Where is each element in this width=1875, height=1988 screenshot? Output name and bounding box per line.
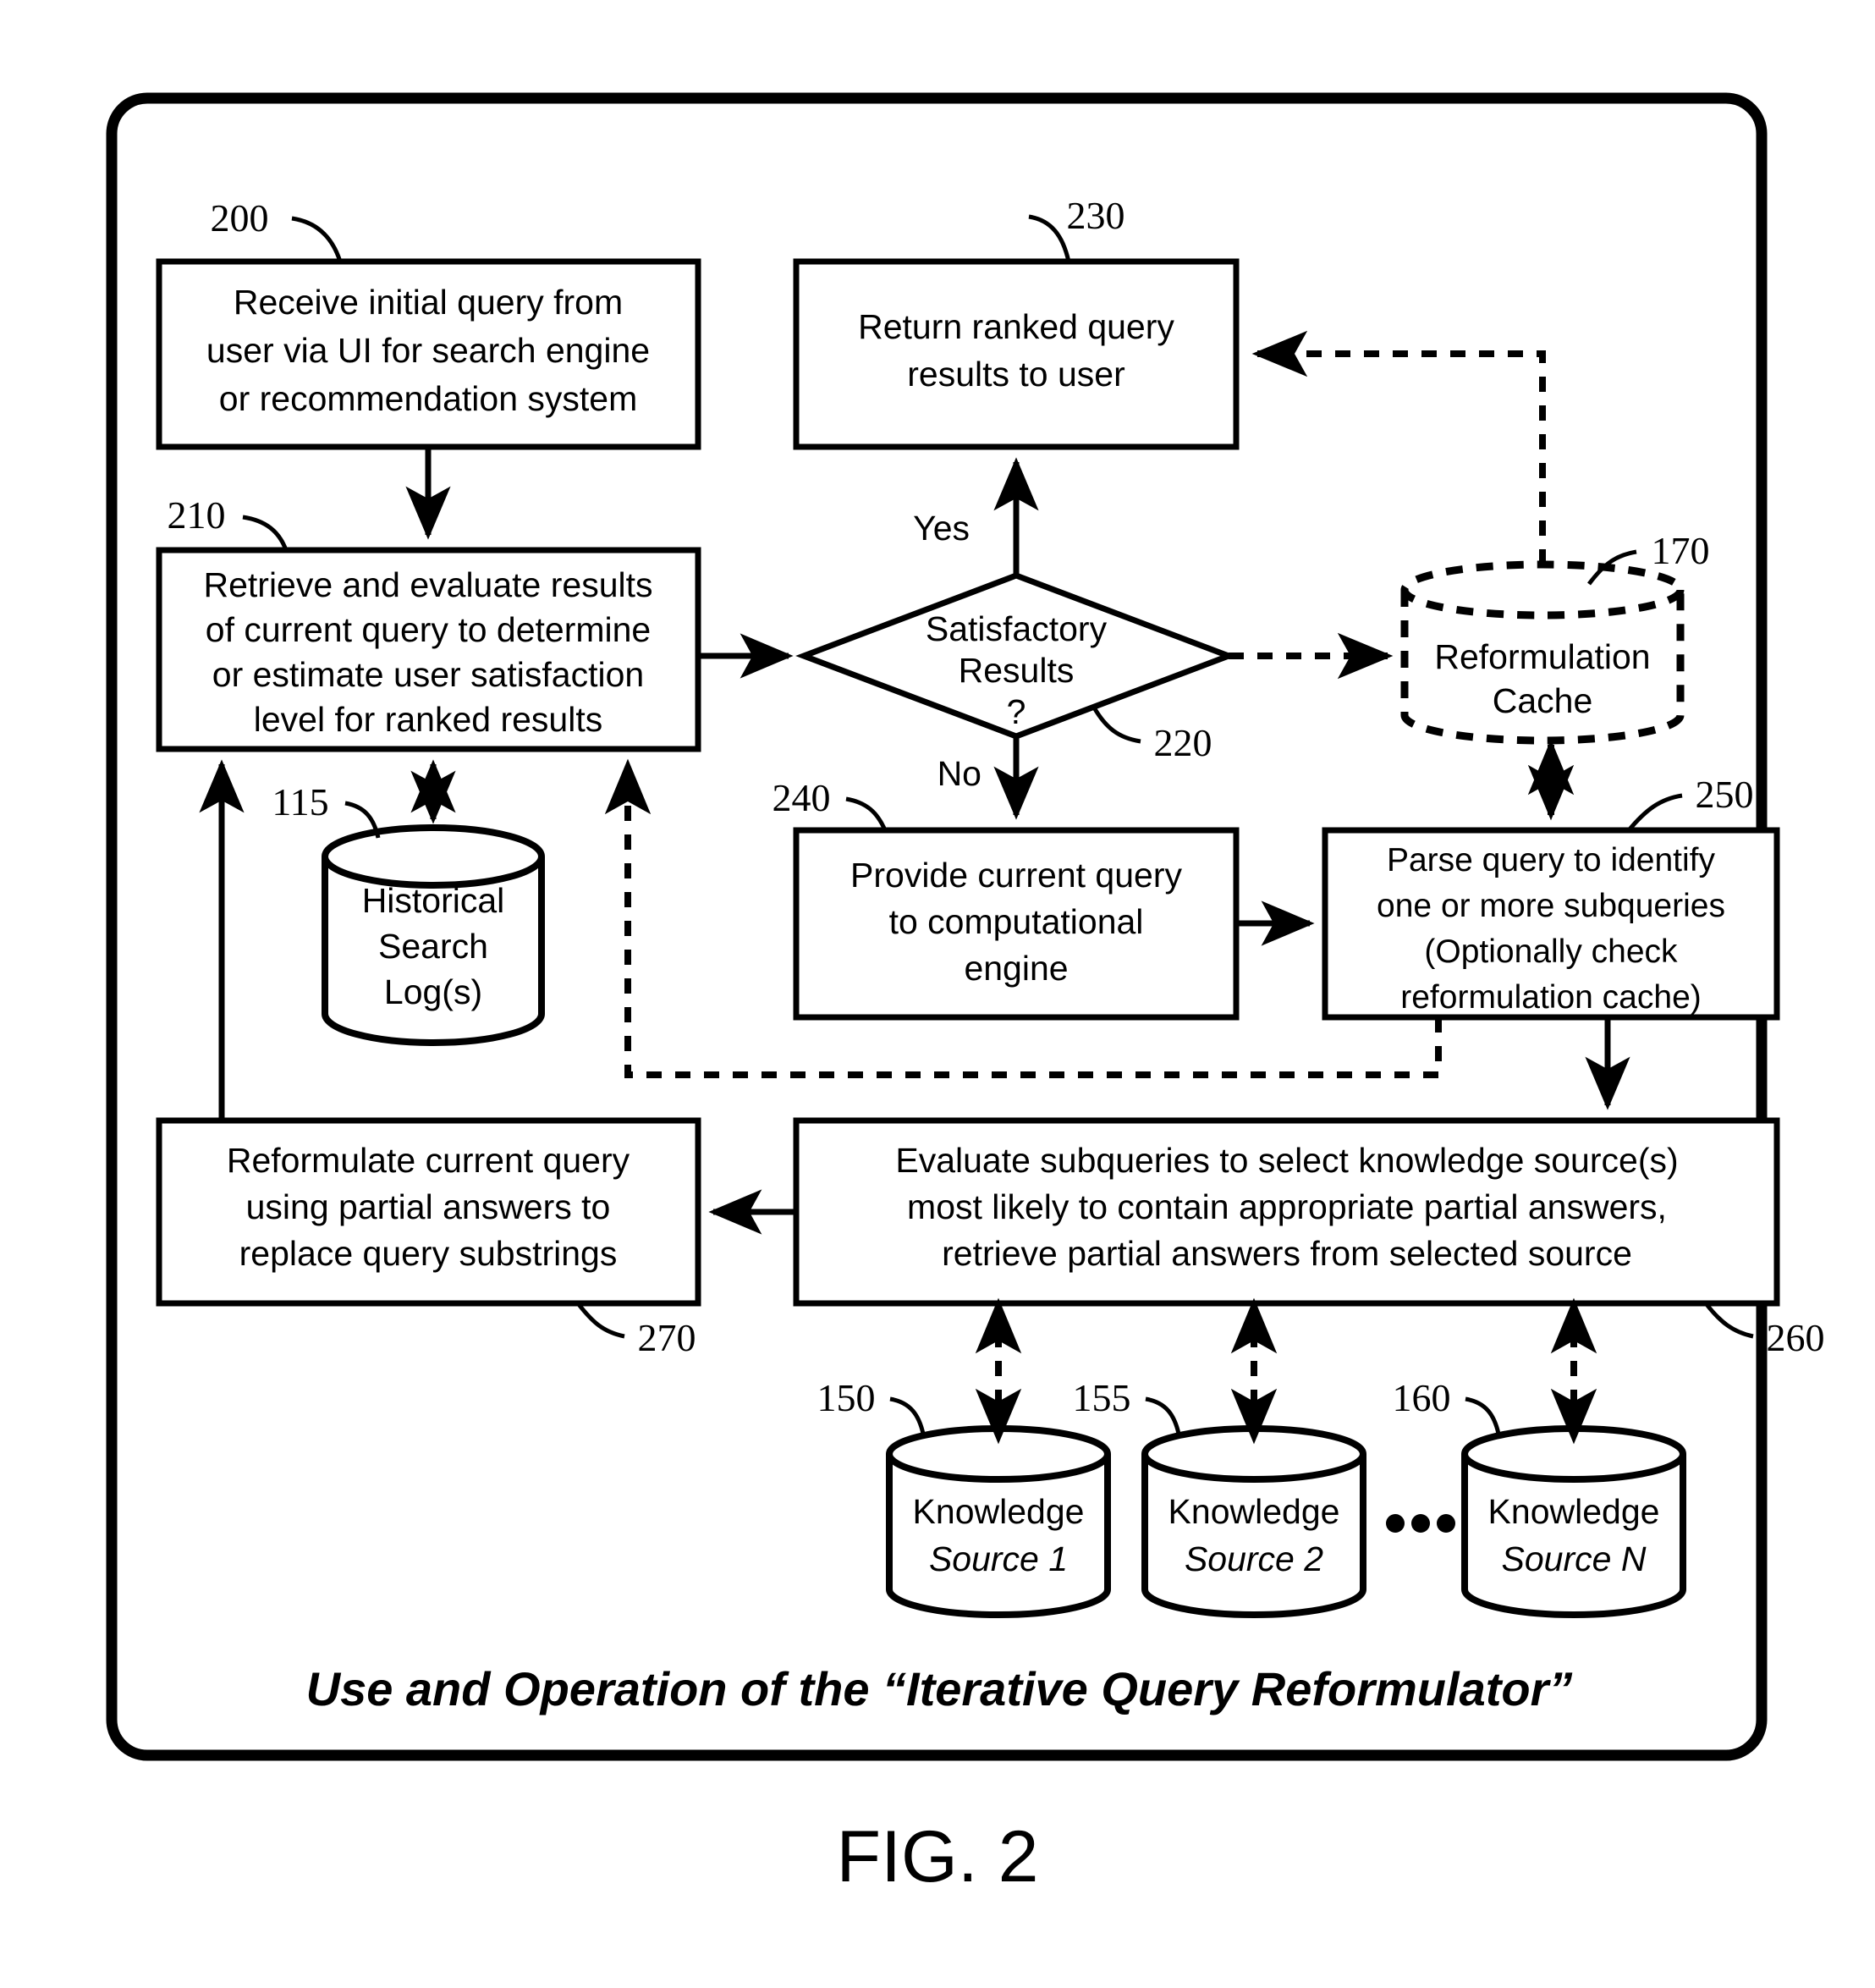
node-270-leader	[576, 1302, 625, 1339]
ellipsis-icon	[1386, 1514, 1455, 1533]
node-250-leader	[1627, 793, 1683, 832]
node-240: Provide current query to computational e…	[773, 776, 1240, 1021]
node-115-line-1: Search	[378, 927, 488, 966]
node-115-line-2: Log(s)	[384, 972, 482, 1011]
node-210-line-0: Retrieve and evaluate results	[203, 565, 652, 604]
node-230-line-0: Return ranked query	[858, 307, 1174, 346]
node-250-ref: 250	[1696, 773, 1754, 816]
node-150-line-0: Knowledge	[913, 1492, 1085, 1531]
patent-figure: Receive initial query from user via UI f…	[0, 0, 1875, 1988]
node-220-line-0: Satisfactory	[926, 609, 1108, 648]
node-230-line-1: results to user	[907, 355, 1125, 394]
node-260-leader	[1704, 1302, 1754, 1339]
node-200-line-0: Receive initial query from	[234, 283, 623, 322]
node-115: Historical Search Log(s) 115	[272, 780, 545, 1046]
node-160-ref: 160	[1393, 1376, 1451, 1419]
node-220-line-1: Results	[959, 651, 1075, 690]
node-230-leader	[1028, 214, 1071, 262]
node-200-leader	[291, 216, 343, 262]
node-200-line-2: or recommendation system	[219, 379, 637, 418]
node-160-line-0: Knowledge	[1488, 1492, 1660, 1531]
figure-label: FIG. 2	[837, 1816, 1039, 1897]
node-160-line-1: Source N	[1502, 1539, 1647, 1578]
node-210-line-1: of current query to determine	[206, 610, 651, 649]
node-155-line-1: Source 2	[1185, 1539, 1323, 1578]
node-210-line-2: or estimate user satisfaction	[212, 655, 644, 694]
node-150: Knowledge Source 1 150	[817, 1376, 1111, 1618]
node-155-ref: 155	[1073, 1376, 1131, 1419]
node-170-line-1: Cache	[1493, 681, 1593, 720]
node-270: Reformulate current query using partial …	[156, 1117, 701, 1359]
node-240-ref: 240	[773, 776, 831, 819]
node-250-line-1: one or more subqueries	[1377, 888, 1725, 924]
node-220: Satisfactory Results ? 220	[795, 572, 1237, 764]
node-230: Return ranked query results to user 230	[793, 194, 1240, 450]
node-250-line-0: Parse query to identify	[1387, 842, 1716, 878]
node-250-line-2: (Optionally check	[1424, 933, 1678, 970]
node-220-leader	[1091, 706, 1141, 744]
node-260: Evaluate subqueries to select knowledge …	[793, 1117, 1825, 1359]
node-210-leader	[242, 515, 289, 551]
node-150-leader	[889, 1396, 926, 1435]
node-260-line-1: most likely to contain appropriate parti…	[907, 1187, 1667, 1226]
node-220-line-2: ?	[1007, 692, 1026, 731]
node-200: Receive initial query from user via UI f…	[156, 196, 701, 450]
label-yes: Yes	[913, 509, 970, 548]
node-115-ref: 115	[272, 780, 328, 823]
node-115-line-0: Historical	[362, 881, 505, 920]
flowchart-canvas: Receive initial query from user via UI f…	[106, 92, 1825, 1897]
node-270-line-1: using partial answers to	[246, 1187, 611, 1226]
node-150-top	[886, 1425, 1111, 1483]
node-240-line-2: engine	[964, 949, 1068, 988]
node-220-ref: 220	[1154, 721, 1212, 764]
figure-caption: Use and Operation of the “Iterative Quer…	[306, 1662, 1573, 1715]
node-270-line-0: Reformulate current query	[227, 1141, 630, 1180]
node-150-ref: 150	[817, 1376, 876, 1419]
node-115-top	[322, 824, 545, 889]
node-200-ref: 200	[211, 196, 269, 240]
edge-170-to-230	[1251, 330, 1546, 564]
node-150-line-1: Source 1	[929, 1539, 1068, 1578]
node-210-line-3: level for ranked results	[254, 700, 602, 739]
label-no: No	[938, 754, 981, 793]
node-240-line-0: Provide current query	[850, 856, 1182, 895]
node-160-top	[1461, 1425, 1686, 1483]
node-260-ref: 260	[1767, 1316, 1825, 1359]
node-170-top	[1400, 560, 1685, 620]
node-210-ref: 210	[168, 493, 226, 537]
node-170-ref: 170	[1652, 529, 1710, 572]
node-250-line-3: reformulation cache)	[1400, 979, 1702, 1016]
node-170: Reformulation Cache 170	[1400, 529, 1710, 745]
node-240-line-1: to computational	[889, 902, 1144, 941]
node-260-line-2: retrieve partial answers from selected s…	[942, 1234, 1632, 1273]
node-230-ref: 230	[1067, 194, 1125, 237]
node-155-line-0: Knowledge	[1168, 1492, 1340, 1531]
node-160-leader	[1465, 1396, 1501, 1435]
node-270-line-2: replace query substrings	[239, 1234, 618, 1273]
node-240-leader	[845, 796, 888, 832]
node-270-ref: 270	[638, 1316, 696, 1359]
node-155: Knowledge Source 2 155	[1073, 1376, 1366, 1618]
node-155-leader	[1145, 1396, 1181, 1435]
node-155-top	[1141, 1425, 1366, 1483]
node-160: Knowledge Source N 160	[1393, 1376, 1686, 1618]
node-200-line-1: user via UI for search engine	[206, 331, 650, 370]
node-260-line-0: Evaluate subqueries to select knowledge …	[895, 1141, 1678, 1180]
node-170-line-0: Reformulation	[1434, 637, 1650, 676]
